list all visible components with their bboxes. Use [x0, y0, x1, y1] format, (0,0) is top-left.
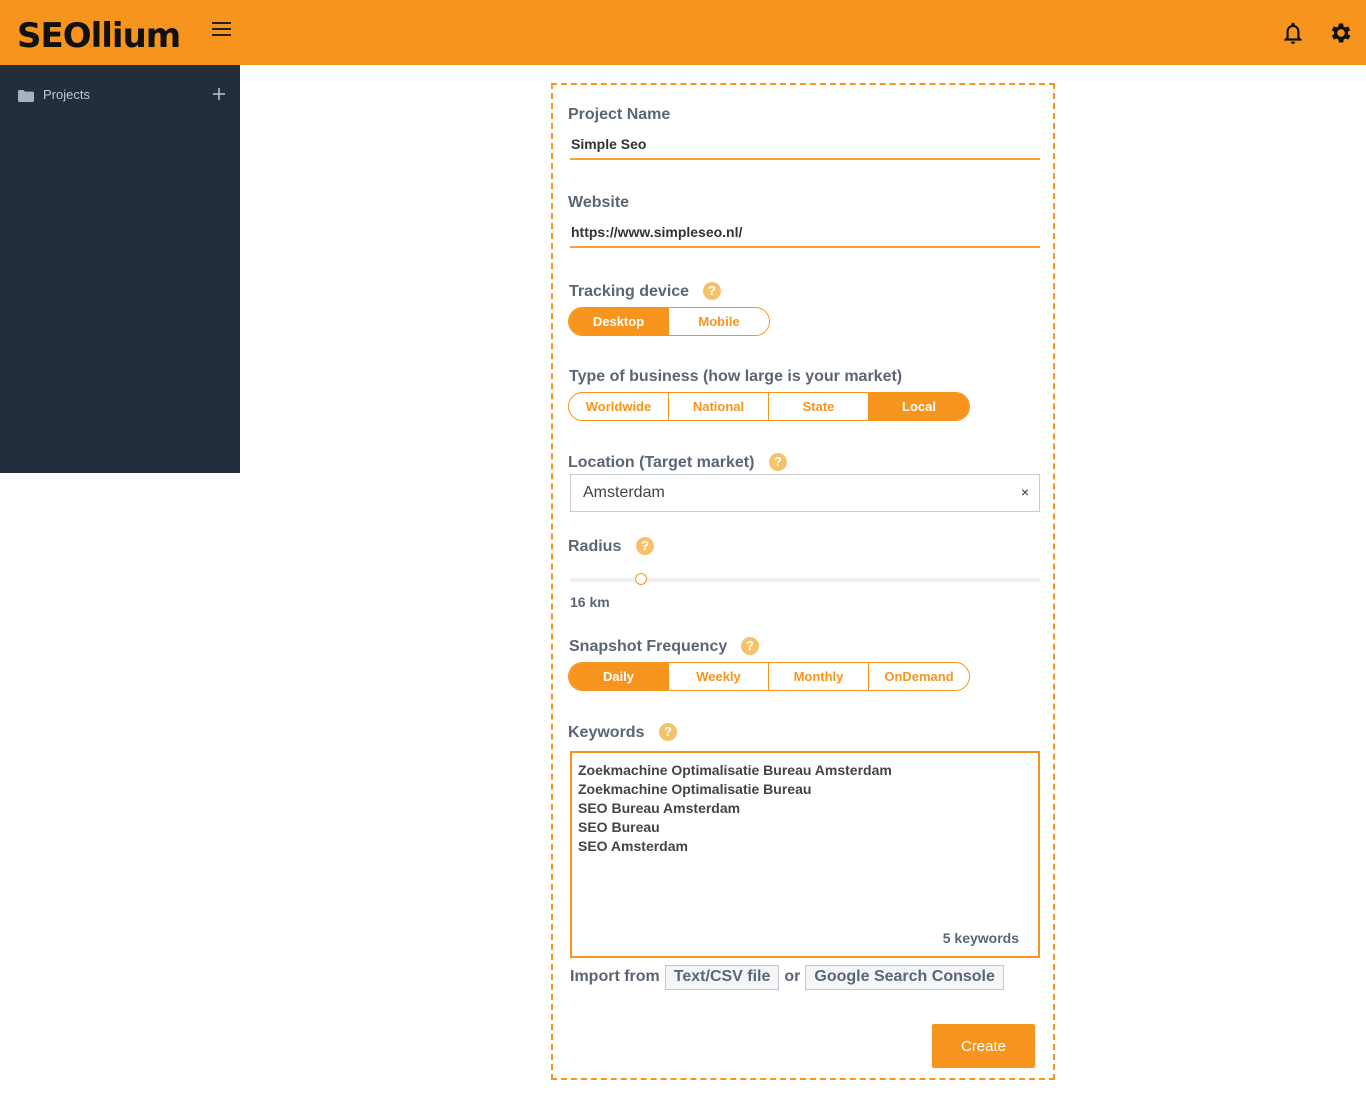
tracking-device-label: Tracking device — [569, 283, 690, 300]
import-prefix: Import from — [570, 968, 660, 985]
location-select[interactable]: Amsterdam × — [570, 474, 1040, 512]
snapshot-frequency-label: Snapshot Frequency — [569, 638, 728, 655]
business-state-button[interactable]: State — [769, 393, 869, 420]
bell-icon[interactable] — [1280, 20, 1306, 46]
help-icon[interactable]: ? — [769, 453, 787, 471]
tracking-desktop-button[interactable]: Desktop — [569, 308, 669, 335]
radius-label: Radius — [568, 538, 622, 555]
folder-icon — [18, 90, 34, 102]
location-value: Amsterdam — [583, 484, 665, 501]
help-icon[interactable]: ? — [703, 282, 721, 300]
import-gsc-button[interactable]: Google Search Console — [805, 964, 1004, 990]
top-bar: SEOllium — [0, 0, 1366, 65]
project-name-label: Project Name — [568, 106, 671, 123]
radius-slider[interactable] — [570, 573, 1040, 585]
create-button[interactable]: Create — [932, 1024, 1035, 1068]
brand-name: SEOllium — [17, 16, 181, 56]
website-label: Website — [568, 194, 630, 211]
create-project-form: Project Name Website Tracking device ? D… — [551, 83, 1055, 1080]
import-csv-button[interactable]: Text/CSV file — [664, 964, 780, 990]
radius-value: 16 km — [570, 594, 610, 610]
keyword-line: Zoekmachine Optimalisatie Bureau — [578, 781, 812, 797]
radius-slider-handle[interactable] — [634, 573, 647, 585]
sidebar: Projects — [0, 65, 240, 473]
frequency-daily-button[interactable]: Daily — [569, 663, 669, 690]
keywords-textarea[interactable]: Zoekmachine Optimalisatie Bureau Amsterd… — [570, 751, 1040, 958]
help-icon[interactable]: ? — [636, 537, 654, 555]
frequency-ondemand-button[interactable]: OnDemand — [869, 663, 969, 690]
frequency-monthly-button[interactable]: Monthly — [769, 663, 869, 690]
hamburger-icon[interactable] — [212, 22, 234, 42]
keyword-line: SEO Amsterdam — [578, 838, 688, 854]
snapshot-frequency-toggle: Daily Weekly Monthly OnDemand — [568, 662, 970, 691]
business-type-label: Type of business (how large is your mark… — [569, 368, 903, 385]
business-type-toggle: Worldwide National State Local — [568, 392, 970, 421]
keywords-label: Keywords — [568, 724, 645, 741]
location-label: Location (Target market) — [568, 454, 755, 471]
import-separator: or — [784, 968, 801, 985]
keyword-count: 5 keywords — [942, 930, 1019, 946]
keyword-line: Zoekmachine Optimalisatie Bureau Amsterd… — [578, 762, 892, 778]
sidebar-item-projects[interactable]: Projects — [0, 81, 240, 109]
tracking-mobile-button[interactable]: Mobile — [669, 308, 769, 335]
gear-icon[interactable] — [1328, 20, 1354, 46]
import-row: Import from Text/CSV file or Google Sear… — [570, 964, 1004, 990]
frequency-weekly-button[interactable]: Weekly — [669, 663, 769, 690]
help-icon[interactable]: ? — [659, 723, 677, 741]
keyword-line: SEO Bureau — [578, 819, 660, 835]
sidebar-item-label: Projects — [43, 87, 90, 102]
help-icon[interactable]: ? — [741, 637, 759, 655]
plus-icon[interactable] — [212, 87, 226, 101]
website-input[interactable] — [570, 218, 1040, 248]
business-worldwide-button[interactable]: Worldwide — [569, 393, 669, 420]
business-local-button[interactable]: Local — [869, 393, 969, 420]
clear-icon[interactable]: × — [1021, 484, 1029, 500]
business-national-button[interactable]: National — [669, 393, 769, 420]
brand-logo[interactable]: SEOllium — [17, 16, 181, 56]
keyword-line: SEO Bureau Amsterdam — [578, 800, 741, 816]
tracking-device-toggle: Desktop Mobile — [568, 307, 770, 336]
project-name-input[interactable] — [570, 130, 1040, 160]
